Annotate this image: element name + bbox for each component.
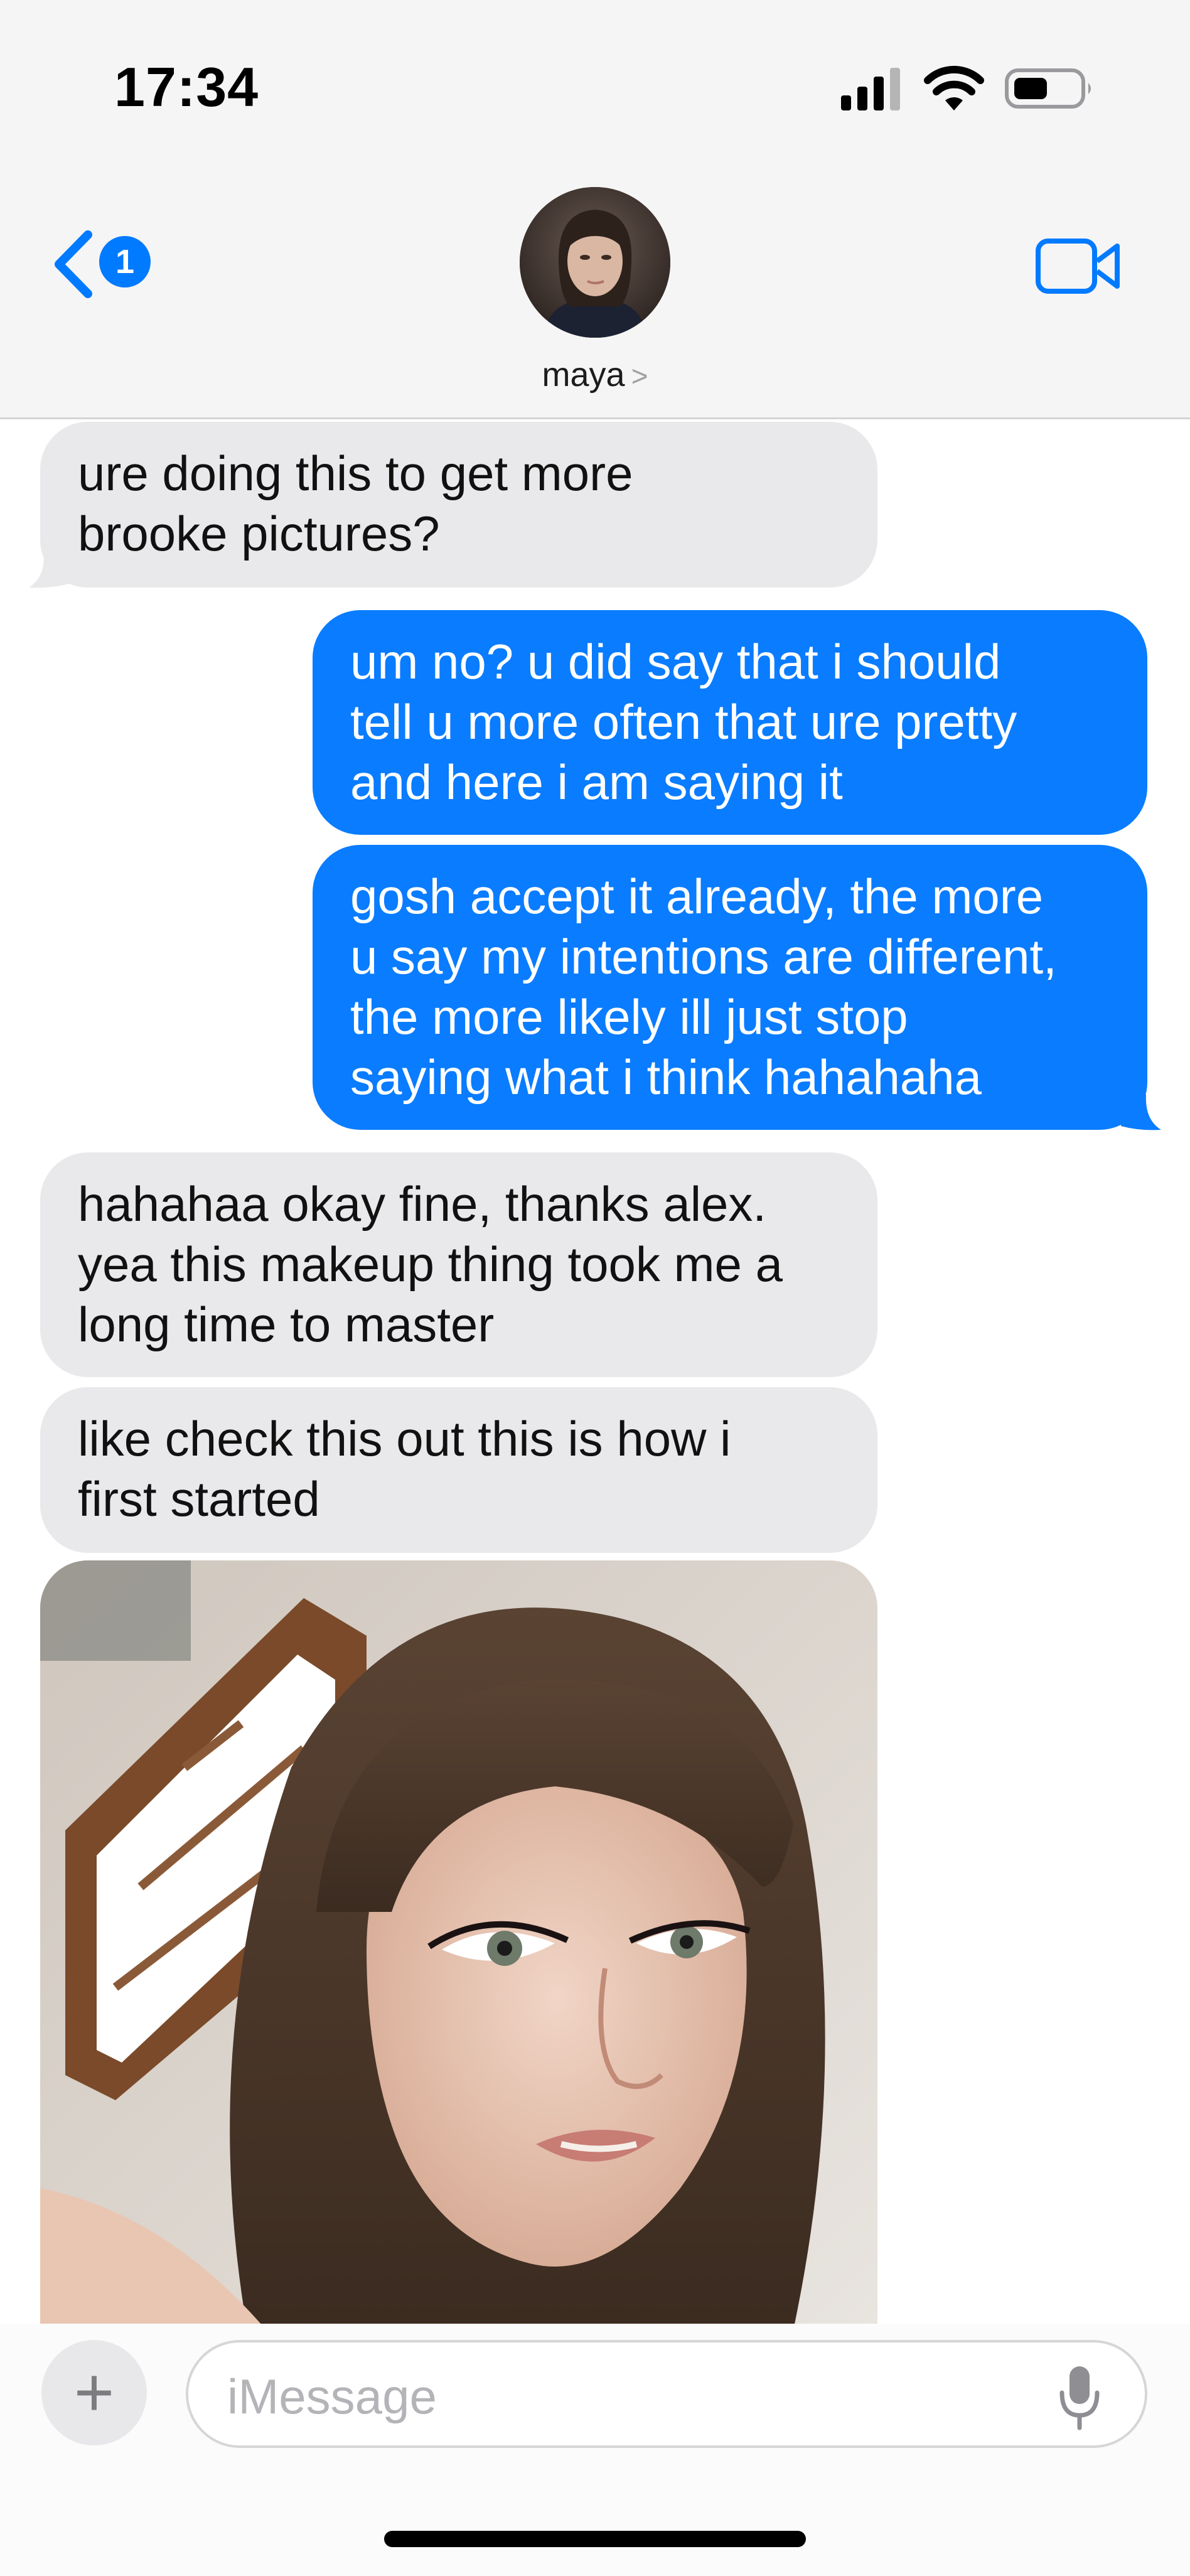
message-line: tell u more often that ure pretty [350, 694, 1017, 749]
back-button[interactable]: 1 [45, 226, 158, 301]
message-line: hahahaa okay fine, thanks alex. [78, 1176, 767, 1232]
message-line: u say my intentions are different, [350, 929, 1057, 984]
message-line: yea this makeup thing took me a [78, 1237, 783, 1292]
message-line: ure doing this to get more [78, 446, 633, 501]
wifi-icon [924, 65, 984, 110]
photo-attachment[interactable] [40, 1560, 877, 2330]
message-input-wrapper [186, 2340, 1147, 2448]
message-line: saying what i think hahahaha [350, 1049, 982, 1105]
message-input[interactable] [226, 2361, 1044, 2432]
battery-icon [1005, 68, 1091, 109]
message-line: brooke pictures? [78, 506, 440, 561]
message-bubble-sent[interactable]: um no? u did say that i should tell u mo… [313, 610, 1147, 835]
message-bubble-received[interactable]: ure doing this to get more brooke pictur… [40, 422, 877, 588]
back-chevron-icon [55, 230, 92, 298]
message-bubble-received[interactable]: like check this out this is how i first … [40, 1387, 877, 1553]
facetime-video-icon[interactable] [1034, 235, 1122, 298]
message-line: um no? u did say that i should [350, 634, 1001, 689]
add-attachment-button[interactable]: + [41, 2340, 147, 2445]
selfie-photo [40, 1560, 877, 2330]
bubble-tail [1121, 1095, 1161, 1130]
contact-chevron-icon: > [631, 360, 648, 392]
conversation-header: 17:34 1 maya > [0, 0, 1190, 419]
message-bubble-sent[interactable]: gosh accept it already, the more u say m… [313, 845, 1147, 1130]
contact-avatar[interactable] [520, 187, 670, 338]
message-line: first started [78, 1471, 320, 1527]
message-line: long time to master [78, 1297, 495, 1352]
microphone-icon[interactable] [1054, 2363, 1105, 2432]
message-line: the more likely ill just stop [350, 989, 908, 1044]
message-line: gosh accept it already, the more [350, 869, 1044, 924]
home-indicator[interactable] [384, 2531, 806, 2547]
contact-name[interactable]: maya > [0, 355, 1190, 394]
status-time: 17:34 [114, 56, 259, 118]
message-line: and here i am saying it [350, 754, 843, 810]
message-bubble-received[interactable]: hahahaa okay fine, thanks alex. yea this… [40, 1152, 877, 1377]
signal-icon [841, 68, 900, 110]
avatar-photo [520, 187, 670, 338]
unread-badge: 1 [99, 236, 151, 287]
contact-name-label: maya [542, 356, 625, 394]
message-line: like check this out this is how i [78, 1411, 731, 1466]
bubble-tail [29, 552, 69, 588]
